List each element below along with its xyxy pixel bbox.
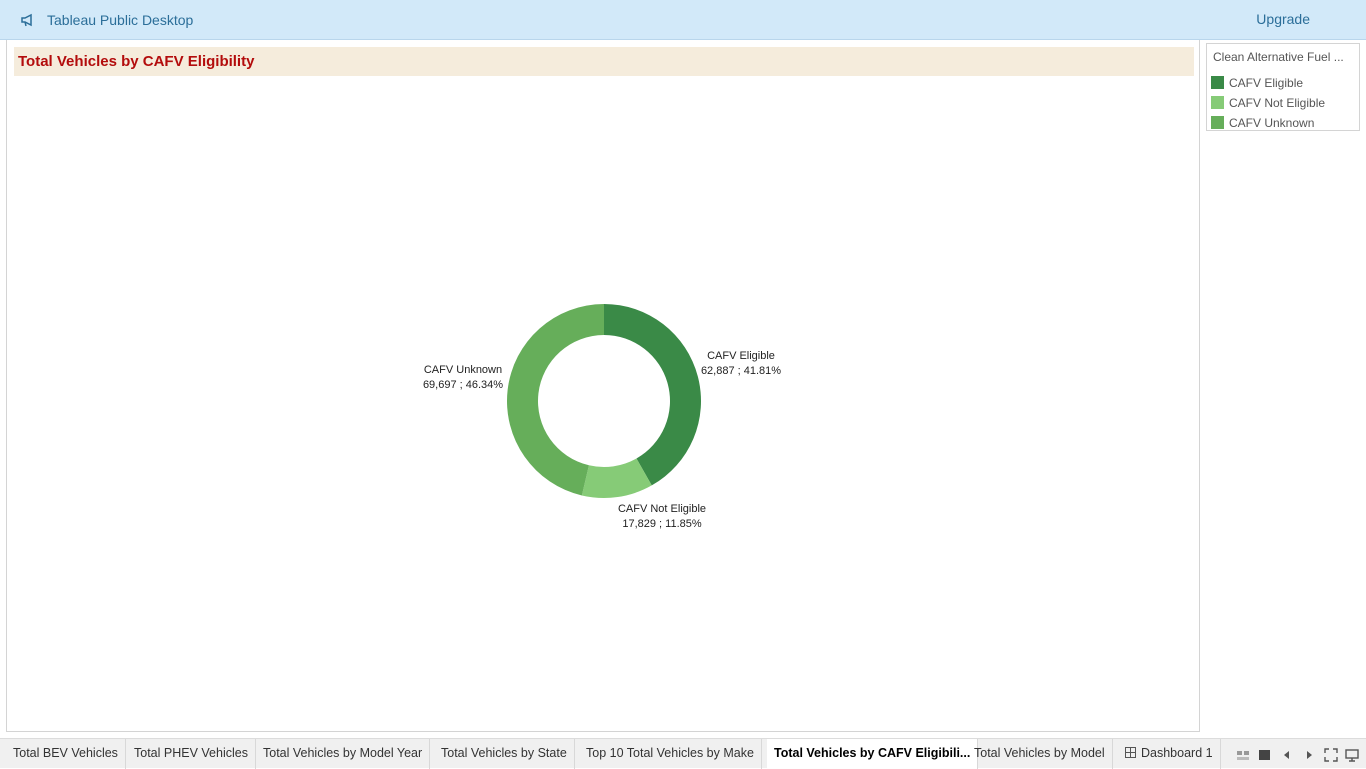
tab-total-bev-vehicles[interactable]: Total BEV Vehicles [6, 739, 126, 769]
legend-label: CAFV Eligible [1229, 76, 1304, 90]
tab-dashboard-1[interactable]: Dashboard 1 [1118, 739, 1221, 769]
legend-swatch [1211, 76, 1224, 89]
legend-item-cafv-unknown[interactable]: CAFV Unknown [1211, 114, 1357, 130]
color-legend: Clean Alternative Fuel ... CAFV Eligible… [1206, 43, 1360, 131]
next-sheet-icon[interactable] [1302, 748, 1316, 762]
top-bar: Tableau Public Desktop Upgrade [0, 0, 1366, 40]
legend-label: CAFV Unknown [1229, 116, 1315, 130]
tab-total-vehicles-by-model[interactable]: Total Vehicles by Model [967, 739, 1113, 769]
slice-category-label: CAFV Eligible [707, 350, 775, 362]
slice-value-label: 62,887 ; 41.81% [701, 365, 781, 377]
fullscreen-icon[interactable] [1324, 748, 1338, 762]
tab-top-10-total-vehicles-by-make[interactable]: Top 10 Total Vehicles by Make [579, 739, 762, 769]
slice-value-label: 17,829 ; 11.85% [622, 518, 702, 530]
legend-swatch [1211, 96, 1224, 109]
legend-item-cafv-eligible[interactable]: CAFV Eligible [1211, 74, 1357, 90]
app-title: Tableau Public Desktop [47, 12, 194, 28]
legend-item-cafv-not-eligible[interactable]: CAFV Not Eligible [1211, 94, 1357, 110]
tab-label: Dashboard 1 [1141, 746, 1213, 760]
upgrade-link[interactable]: Upgrade [1256, 11, 1310, 27]
show-tabs-icon[interactable] [1258, 748, 1272, 762]
legend-label: CAFV Not Eligible [1229, 96, 1326, 110]
tab-total-vehicles-by-cafv-eligibility[interactable]: Total Vehicles by CAFV Eligibili... [767, 739, 979, 769]
tab-total-phev-vehicles[interactable]: Total PHEV Vehicles [127, 739, 256, 769]
donut-chart[interactable]: CAFV Eligible 62,887 ; 41.81% CAFV Not Eli… [7, 40, 1201, 732]
megaphone-icon [21, 13, 32, 27]
slice-value-label: 69,697 ; 46.34% [423, 379, 503, 391]
show-filmstrip-icon[interactable] [1236, 748, 1250, 762]
presentation-mode-icon[interactable] [1345, 748, 1359, 762]
tab-total-vehicles-by-state[interactable]: Total Vehicles by State [434, 739, 575, 769]
worksheet-view: Total Vehicles by CAFV Eligibility CAFV … [6, 40, 1200, 732]
previous-sheet-icon[interactable] [1280, 748, 1294, 762]
donut-slice-cafv-eligible[interactable] [604, 304, 701, 486]
slice-category-label: CAFV Not Eligible [618, 503, 706, 515]
slice-category-label: CAFV Unknown [424, 364, 502, 376]
legend-title: Clean Alternative Fuel ... [1213, 50, 1344, 64]
sheet-tab-bar: Total BEV Vehicles Total PHEV Vehicles T… [0, 738, 1366, 769]
legend-swatch [1211, 116, 1224, 129]
dashboard-icon [1125, 747, 1136, 758]
tab-total-vehicles-by-model-year[interactable]: Total Vehicles by Model Year [256, 739, 431, 769]
